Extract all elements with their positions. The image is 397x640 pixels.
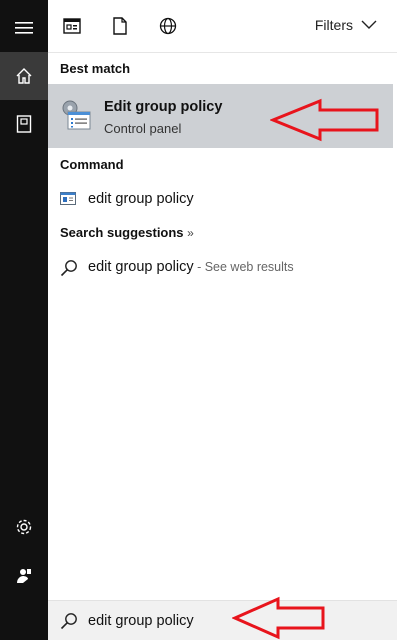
notebook-icon <box>16 115 32 133</box>
console-icon <box>60 192 76 205</box>
command-heading: Command <box>60 157 124 172</box>
suggestions-chevron: » <box>187 226 194 240</box>
search-window: Filters Best match Edit group policy Con… <box>0 0 397 640</box>
hamburger-menu-button[interactable] <box>0 4 48 52</box>
documents-filter-button[interactable] <box>108 14 132 38</box>
home-button[interactable] <box>0 52 48 100</box>
web-suggestion-result[interactable]: edit group policy - See web results <box>48 250 393 284</box>
search-suggestions-heading: Search suggestions » <box>60 225 194 240</box>
web-filter-button[interactable] <box>156 14 180 38</box>
home-icon <box>16 68 32 84</box>
best-match-heading: Best match <box>60 61 131 76</box>
filters-label: Filters <box>314 17 353 33</box>
apps-filter-button[interactable] <box>60 14 84 38</box>
best-match-title: Edit group policy <box>104 99 223 115</box>
feedback-button[interactable] <box>0 552 48 600</box>
annotation-arrow-search-box <box>232 596 325 640</box>
filters-dropdown[interactable]: Filters <box>315 17 377 33</box>
feedback-icon <box>17 569 31 583</box>
group-policy-icon <box>62 100 91 130</box>
filter-toolbar: Filters <box>48 0 397 53</box>
search-icon <box>60 260 77 277</box>
left-rail <box>0 0 48 640</box>
command-result[interactable]: edit group policy <box>48 182 393 216</box>
settings-icon <box>16 519 32 535</box>
menu-icon <box>15 22 33 34</box>
search-suggestions-label: Search suggestions <box>60 225 184 240</box>
results-panel: Filters Best match Edit group policy Con… <box>48 0 397 640</box>
suggestion-query: edit group policy <box>88 259 194 275</box>
settings-button[interactable] <box>0 503 48 551</box>
suggestion-text: edit group policy - See web results <box>88 259 294 275</box>
notebook-button[interactable] <box>0 100 48 148</box>
document-icon <box>113 17 127 35</box>
search-box-icon <box>60 613 77 630</box>
annotation-arrow-best-match <box>270 98 379 142</box>
best-match-subtitle: Control panel <box>104 121 182 136</box>
command-text: edit group policy <box>88 191 194 207</box>
globe-icon <box>159 17 177 35</box>
search-box[interactable] <box>48 600 397 640</box>
suggestion-note: - See web results <box>193 260 294 274</box>
chevron-down-icon <box>361 20 377 29</box>
apps-icon <box>63 18 81 34</box>
